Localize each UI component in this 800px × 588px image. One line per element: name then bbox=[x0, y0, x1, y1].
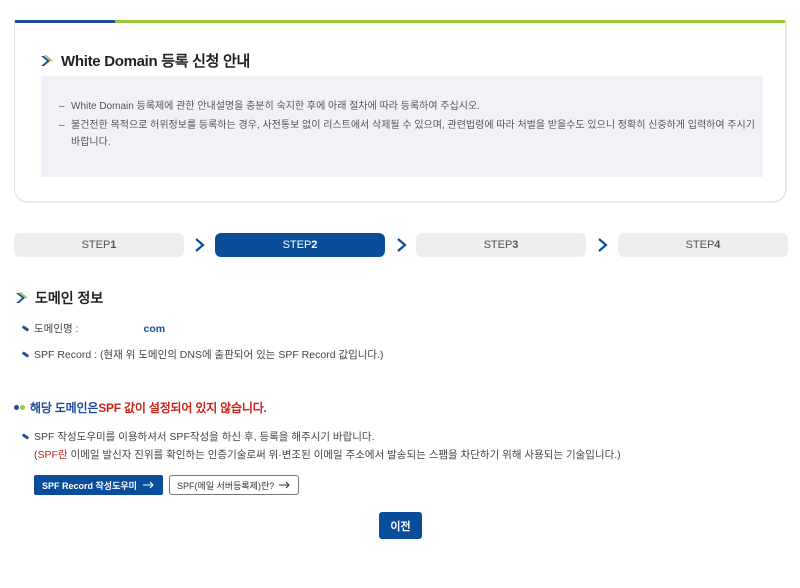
prev-button[interactable]: 이전 bbox=[379, 512, 422, 539]
card-top-accent bbox=[15, 20, 785, 23]
bullet-icon bbox=[21, 325, 30, 332]
bullet-icon bbox=[21, 351, 30, 358]
step-1: STEP1 bbox=[14, 233, 184, 257]
spf-warning: 해당 도메인은 SPF 값이 설정되어 있지 않습니다. bbox=[14, 399, 267, 416]
arrow-right-icon bbox=[279, 481, 291, 489]
step-3: STEP3 bbox=[416, 233, 586, 257]
step-progress: STEP1 STEP2 STEP3 STEP4 bbox=[14, 233, 788, 257]
domain-name-row: 도메인명 : com bbox=[21, 321, 166, 336]
dot-icon bbox=[20, 405, 25, 410]
chevron-right-icon bbox=[397, 238, 407, 252]
spf-record-row: SPF Record : (현재 위 도메인의 DNS에 출판되어 있는 SPF… bbox=[21, 347, 384, 362]
spf-info-button[interactable]: SPF(메일 서버등록제)란? bbox=[169, 475, 300, 495]
spf-helper-button[interactable]: SPF Record 작성도우미 bbox=[34, 475, 163, 495]
notice-box: – White Domain 등록제에 관한 안내설명을 충분히 숙지한 후에 아… bbox=[41, 76, 763, 177]
spf-record-label: SPF Record : (현재 위 도메인의 DNS에 출판되어 있는 SPF… bbox=[34, 349, 384, 361]
chevron-right-icon bbox=[195, 238, 205, 252]
chevron-right-icon bbox=[598, 238, 608, 252]
notice-title-text: White Domain 등록 신청 안내 bbox=[61, 53, 251, 70]
step-4: STEP4 bbox=[618, 233, 788, 257]
domain-info-title: 도메인 정보 bbox=[14, 288, 103, 308]
brand-logo-icon bbox=[39, 53, 55, 69]
arrow-right-icon bbox=[142, 481, 154, 489]
notice-item: – 불건전한 목적으로 허위정보를 등록하는 경우, 사전통보 없이 리스트에서 … bbox=[59, 120, 755, 148]
dot-icon bbox=[14, 405, 19, 410]
guide-line: SPF 작성도우미를 이용하셔서 SPF작성을 하신 후, 등록을 해주시기 바… bbox=[21, 429, 375, 444]
domain-name-value: com bbox=[143, 322, 166, 335]
notice-item: – White Domain 등록제에 관한 안내설명을 충분히 숙지한 후에 아… bbox=[59, 101, 480, 112]
notice-title: White Domain 등록 신청 안내 bbox=[39, 50, 250, 71]
spf-definition: (SPF란 이메일 발신자 진위를 확인하는 인증기술로써 위·변조된 이메일 … bbox=[34, 449, 621, 461]
domain-name-label: 도메인명 : bbox=[34, 323, 79, 335]
notice-card: White Domain 등록 신청 안내 – White Domain 등록제에… bbox=[14, 20, 787, 203]
brand-logo-icon bbox=[14, 290, 30, 306]
bullet-icon bbox=[21, 433, 30, 440]
step-2: STEP2 bbox=[215, 233, 385, 257]
